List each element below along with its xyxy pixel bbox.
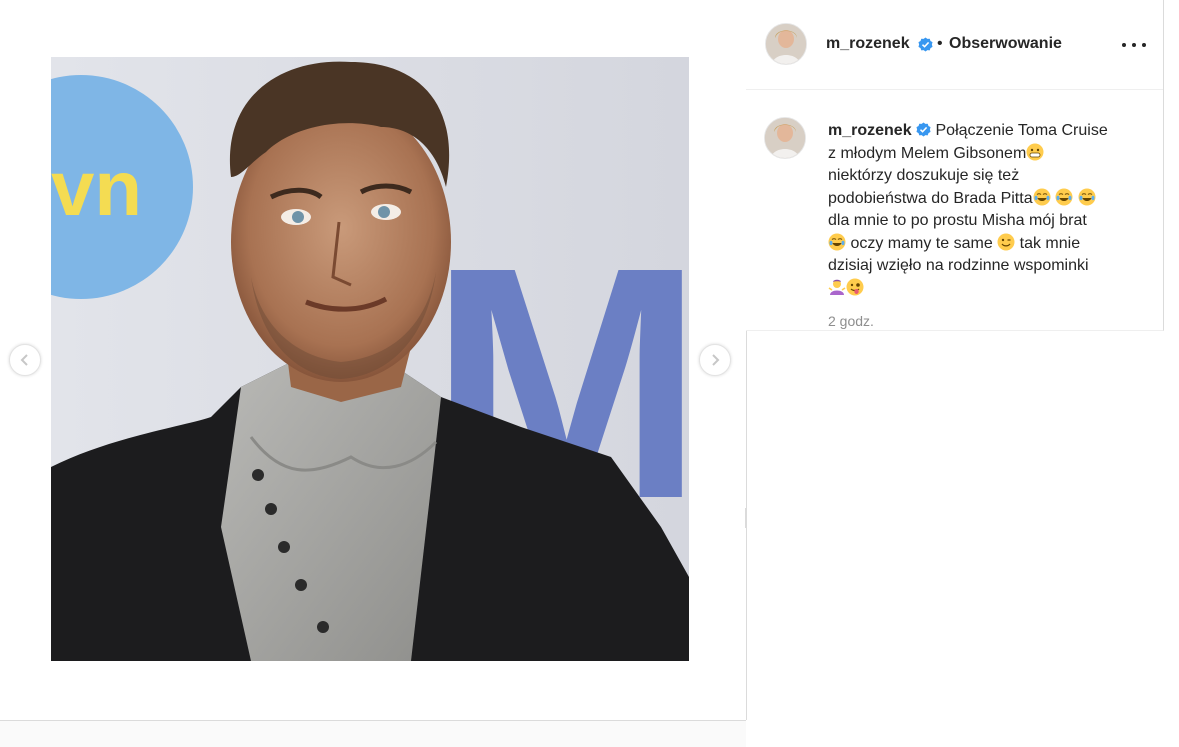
instagram-post-view: vn M m_rozenek • Obserwowanie m_rozenek … bbox=[0, 0, 1179, 747]
post-author-username[interactable]: m_rozenek bbox=[826, 35, 910, 53]
caption-avatar[interactable] bbox=[764, 117, 806, 159]
following-button[interactable]: Obserwowanie bbox=[949, 35, 1062, 53]
caption-text-8: dzisiaj wzięło na rodzinne wspominki bbox=[828, 257, 1089, 274]
caption-text-5: dla mnie to po prostu Misha mój brat bbox=[828, 212, 1087, 229]
tears-of-joy-emoji-icon bbox=[1078, 188, 1095, 205]
post-photo[interactable]: vn M bbox=[51, 57, 689, 661]
caption-text-6: oczy mamy te same bbox=[850, 234, 993, 252]
caption-username[interactable]: m_rozenek bbox=[828, 122, 912, 139]
left-iris bbox=[292, 211, 304, 223]
media-area: vn M bbox=[0, 0, 747, 720]
separator-dot: • bbox=[937, 35, 943, 52]
button-2 bbox=[265, 503, 277, 515]
post-side-panel: m_rozenek • Obserwowanie m_rozenek Połąc… bbox=[746, 0, 1164, 331]
caption-line-3: niektórzy doszukuje się też bbox=[828, 165, 1128, 188]
right-iris bbox=[378, 206, 390, 218]
person-shrugging-emoji-icon bbox=[828, 279, 846, 295]
sweater-shape bbox=[221, 357, 441, 661]
chevron-left-icon bbox=[20, 354, 28, 366]
caption-text-1: Połączenie Toma Cruise bbox=[935, 122, 1108, 139]
winking-face-emoji-icon bbox=[997, 233, 1015, 250]
tears-of-joy-emoji-icon bbox=[828, 233, 846, 250]
previous-photo-button[interactable] bbox=[9, 344, 41, 376]
tears-of-joy-emoji-icon bbox=[1033, 188, 1051, 205]
caption-text-2: z młodym Melem Gibsonem bbox=[828, 144, 1027, 162]
next-photo-button[interactable] bbox=[699, 344, 731, 376]
button-1 bbox=[252, 469, 264, 481]
post-timestamp[interactable]: 2 godz. bbox=[828, 313, 874, 329]
verified-badge-icon bbox=[918, 37, 933, 52]
button-5 bbox=[317, 621, 329, 633]
chevron-right-icon bbox=[712, 354, 720, 366]
verified-badge-icon bbox=[916, 122, 931, 137]
divider bbox=[745, 508, 746, 528]
caption-text-7: tak mnie bbox=[1019, 234, 1081, 252]
tv-logo-text: vn bbox=[51, 144, 142, 232]
caption-line-7: dzisiaj wzięło na rodzinne wspominki bbox=[828, 255, 1128, 278]
post-header: m_rozenek • Obserwowanie bbox=[746, 0, 1163, 90]
bottom-bar bbox=[0, 720, 746, 747]
button-3 bbox=[278, 541, 290, 553]
profile-picture bbox=[765, 118, 805, 158]
profile-picture bbox=[766, 24, 806, 64]
avatar[interactable] bbox=[765, 23, 807, 65]
caption-line-6: oczy mamy te same tak mnie bbox=[828, 233, 1128, 256]
grinning-face-emoji-icon bbox=[1026, 143, 1044, 160]
button-4 bbox=[295, 579, 307, 591]
more-options-icon[interactable] bbox=[1122, 36, 1146, 54]
caption-text-4: podobieństwa do Brada Pitta bbox=[828, 189, 1033, 207]
caption-line-8 bbox=[828, 278, 1128, 301]
caption-line-2: z młodym Melem Gibsonem bbox=[828, 143, 1128, 166]
caption-line-4: podobieństwa do Brada Pitta bbox=[828, 188, 1128, 211]
photo-illustration: vn M bbox=[51, 57, 689, 661]
tears-of-joy-emoji-icon bbox=[1055, 188, 1073, 205]
face-with-tongue-emoji-icon bbox=[846, 278, 864, 295]
caption-line-1: m_rozenek Połączenie Toma Cruise bbox=[828, 120, 1128, 143]
post-caption: m_rozenek Połączenie Toma Cruise z młody… bbox=[828, 120, 1128, 300]
caption-line-5: dla mnie to po prostu Misha mój brat bbox=[828, 210, 1128, 233]
caption-text-3: niektórzy doszukuje się też bbox=[828, 167, 1020, 184]
